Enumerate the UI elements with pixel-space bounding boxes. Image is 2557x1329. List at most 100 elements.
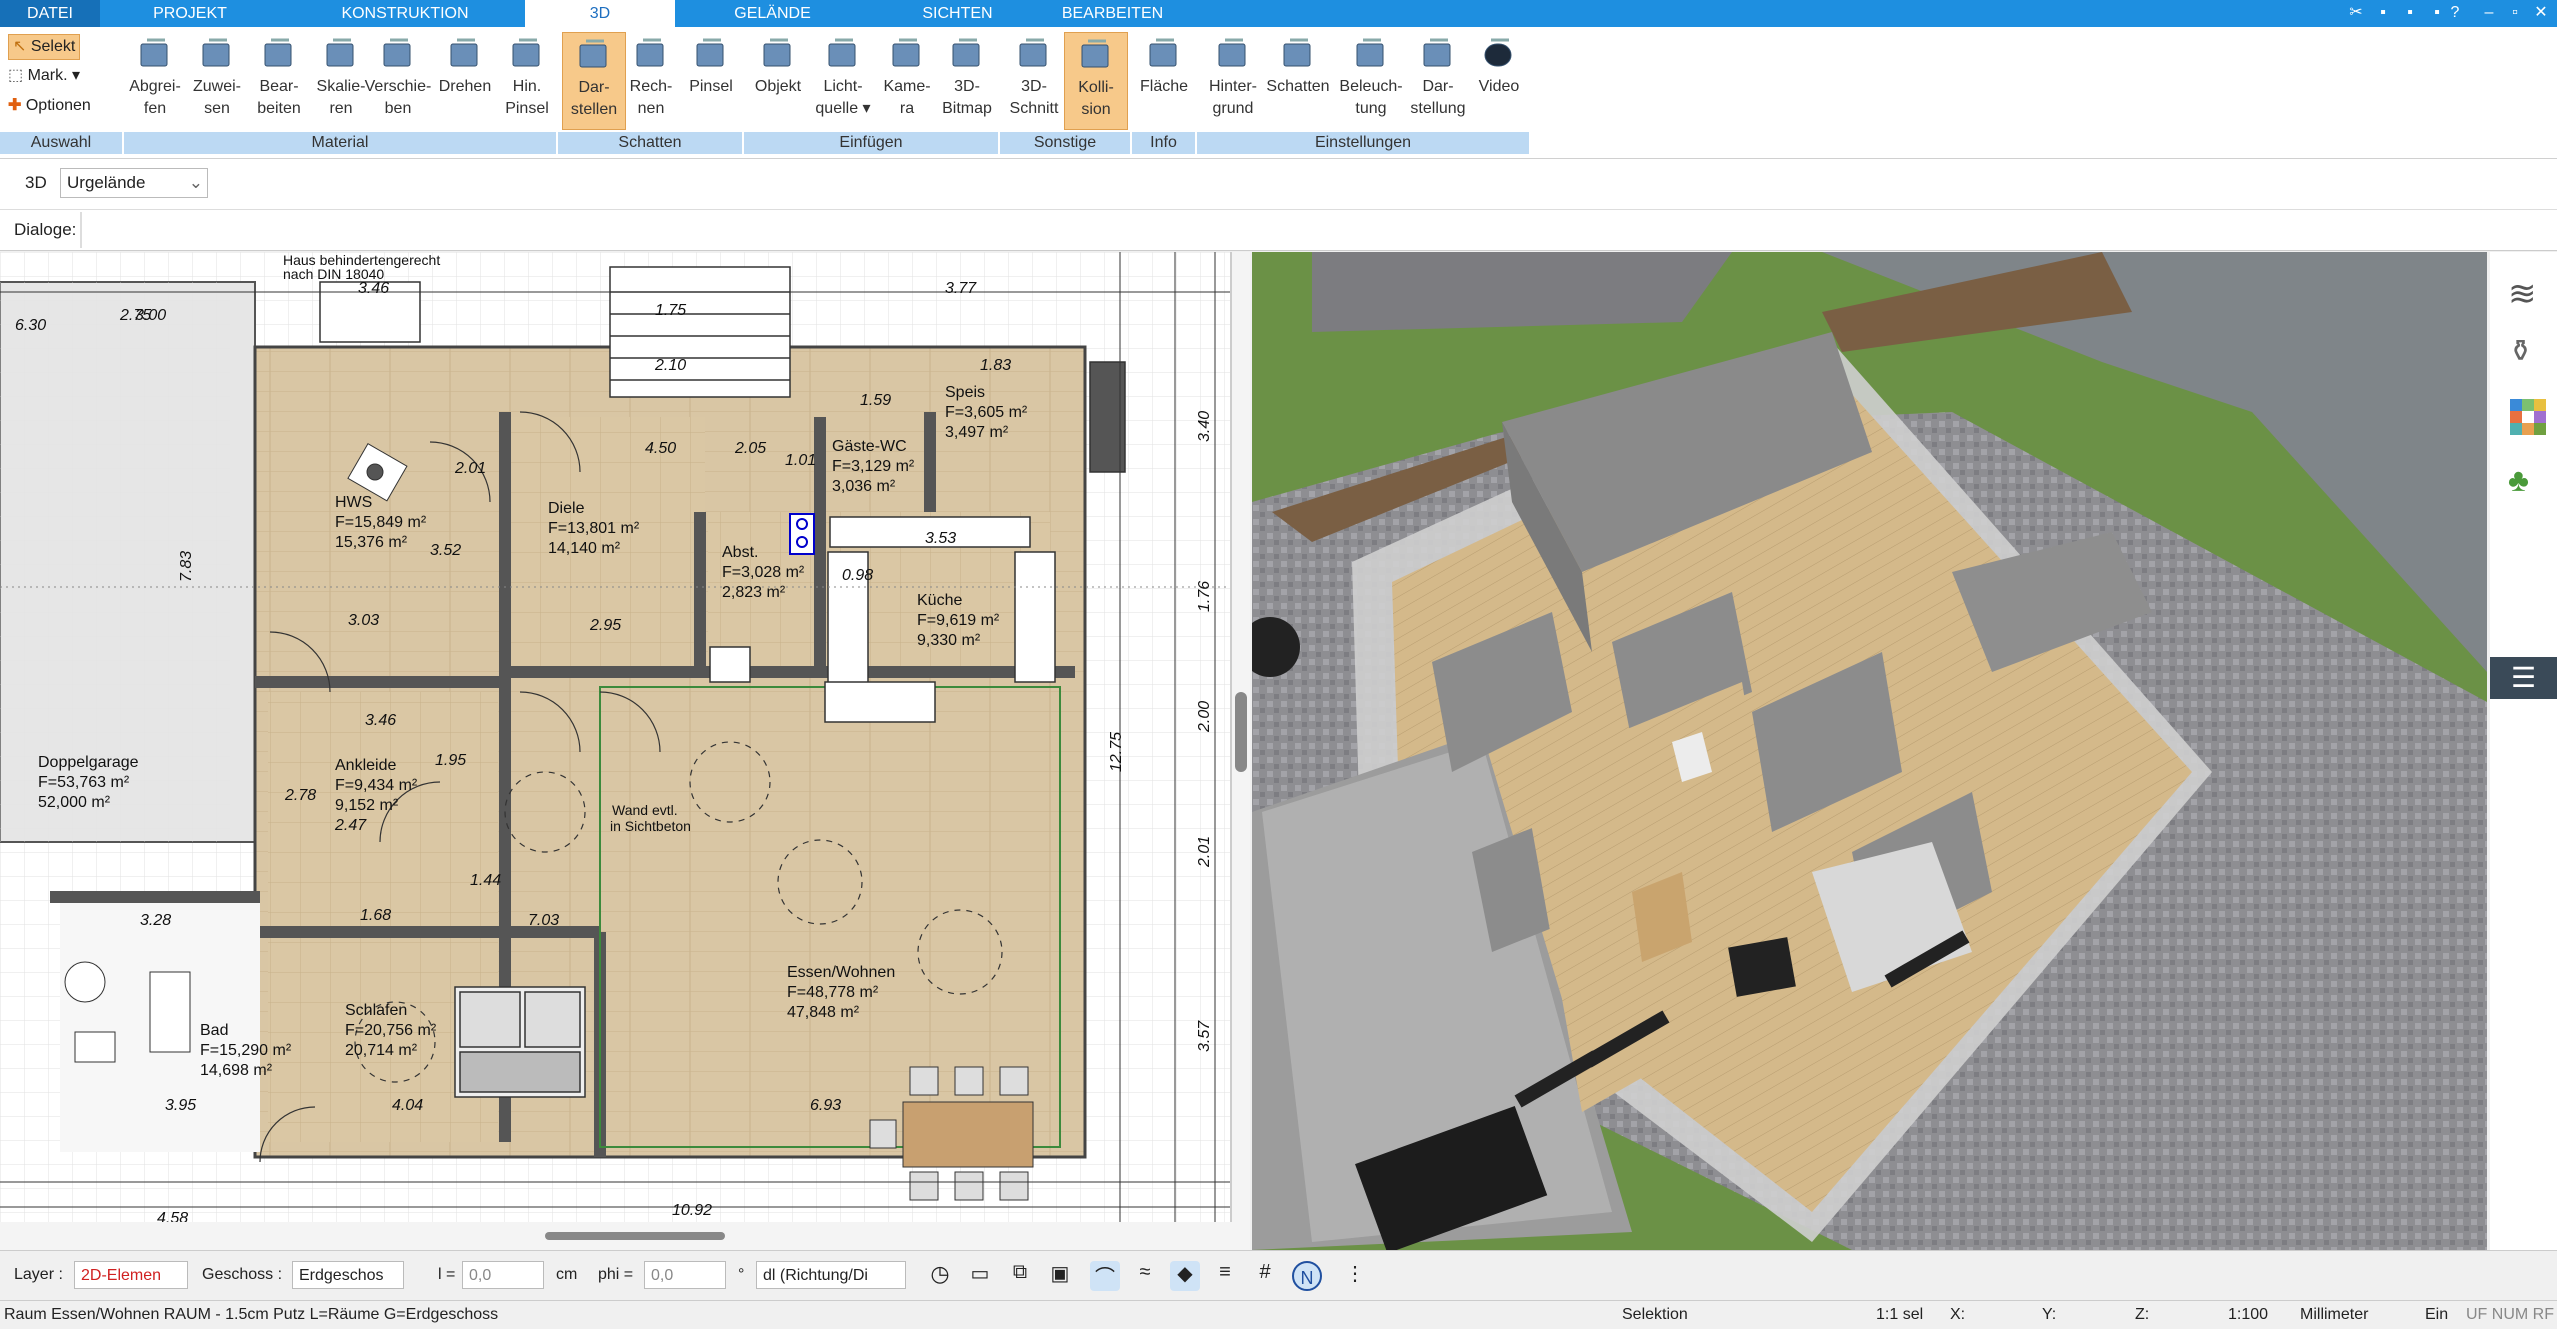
chair-icon[interactable]: ⚱: [2508, 334, 2548, 374]
ribbon-button-12[interactable]: Kame-ra: [876, 32, 938, 120]
dialoge-label: Dialoge:: [14, 220, 77, 239]
ribbon-button-4[interactable]: Verschie-ben: [358, 32, 438, 120]
ribbon-button-label: Objekt: [754, 78, 802, 95]
direction-select[interactable]: dl (Richtung/Di: [756, 1261, 906, 1289]
status-text: Raum Essen/Wohnen RAUM - 1.5cm Putz L=Rä…: [4, 1306, 499, 1323]
more-icon[interactable]: ⋮: [1340, 1261, 1370, 1291]
ribbon-button-label: Pinsel: [689, 78, 733, 95]
tab-bearbeiten[interactable]: BEARBEITEN: [1045, 0, 1180, 27]
monitor-icon[interactable]: ▭: [965, 1261, 995, 1291]
chevron-down-icon: ⌄: [188, 173, 203, 192]
layers-icon[interactable]: ≋: [2508, 274, 2548, 314]
dimension-label: 4.50: [645, 440, 677, 457]
save-icon[interactable]: ▪: [2370, 2, 2396, 24]
ribbon-button-18[interactable]: Schatten: [1262, 32, 1334, 98]
ribbon-button-1[interactable]: Zuwei-sen: [186, 32, 248, 120]
ribbon-button-label: Beleuch-: [1339, 78, 1403, 95]
room-a: F=20,756 m²: [345, 1022, 437, 1039]
ribbon-button-14[interactable]: 3D- Schnitt: [1002, 32, 1066, 120]
wave-icon[interactable]: ≈: [1130, 1261, 1160, 1291]
snap-icon[interactable]: ⌒: [1090, 1261, 1120, 1291]
lines-icon[interactable]: ≡: [1210, 1261, 1240, 1291]
ribbon-button-label-2: stellung: [1410, 100, 1466, 117]
cut-icon: [1014, 32, 1054, 72]
room-a: F=3,028 m²: [722, 564, 805, 581]
close-icon[interactable]: ✕: [2528, 2, 2554, 24]
tools-icon[interactable]: ✂: [2343, 2, 2369, 24]
plan-horizontal-scrollbar[interactable]: [0, 1222, 1250, 1250]
tab-sichten[interactable]: SICHTEN: [885, 0, 1030, 27]
menu-icon[interactable]: ☰: [2490, 657, 2557, 699]
ribbon-button-label: Kame-: [883, 78, 931, 95]
ribbon-button-15[interactable]: Kolli-sion: [1064, 32, 1128, 130]
phi-input[interactable]: 0,0: [644, 1261, 726, 1289]
terrain-select[interactable]: Urgelände ⌄: [60, 168, 208, 198]
plane-icon[interactable]: ◆: [1170, 1261, 1200, 1291]
ribbon-button-0[interactable]: Abgrei-fen: [124, 32, 186, 120]
ribbon-button-label: Verschie-: [364, 78, 432, 95]
ribbon-button-17[interactable]: Hinter-grund: [1200, 32, 1266, 120]
ribbon-button-11[interactable]: Licht-quelle ▾: [810, 32, 876, 120]
dimension-label: 1.01: [785, 452, 817, 469]
ribbon-button-19[interactable]: Beleuch-tung: [1336, 32, 1406, 120]
ribbon-button-5[interactable]: Drehen: [434, 32, 496, 98]
mark-button[interactable]: ⬚ Mark. ▾: [8, 64, 80, 88]
status-bar: Raum Essen/Wohnen RAUM - 1.5cm Putz L=Rä…: [0, 1300, 2557, 1329]
clock-icon[interactable]: ◷: [925, 1261, 955, 1291]
room-a: F=3,129 m²: [832, 458, 915, 475]
help-icon[interactable]: ?: [2442, 2, 2468, 24]
ribbon-button-7[interactable]: Dar-stellen: [562, 32, 626, 130]
room-b: 20,714 m²: [345, 1042, 418, 1059]
select-button[interactable]: ↖ Selekt: [8, 34, 81, 60]
grid-icon[interactable]: #: [1250, 1261, 1280, 1291]
dimension-label: 3.46: [365, 712, 397, 729]
cube-icon: [574, 33, 614, 73]
dimension-label: 2.00: [1196, 700, 1213, 732]
tab-gelaende[interactable]: GELÄNDE: [700, 0, 845, 27]
dimension-label: 3.53: [925, 530, 957, 547]
plan-vertical-scrollbar[interactable]: [1232, 252, 1250, 1222]
3d-view[interactable]: [1252, 252, 2487, 1250]
undo-icon[interactable]: ▪: [2397, 2, 2423, 24]
geschoss-select[interactable]: Erdgeschos: [292, 1261, 404, 1289]
ribbon-button-21[interactable]: Video: [1470, 32, 1528, 98]
minimize-icon[interactable]: –: [2476, 2, 2502, 24]
tab-projekt[interactable]: PROJEKT: [120, 0, 260, 27]
ribbon-button-10[interactable]: Objekt: [746, 32, 810, 98]
objects-icon[interactable]: ▣: [1045, 1261, 1075, 1291]
ribbon-button-16[interactable]: Fläche: [1134, 32, 1194, 98]
video-icon: [1479, 32, 1519, 72]
dimension-label: 12.75: [1108, 731, 1125, 772]
ribbon-button-label: Zuwei-: [192, 78, 241, 95]
group-icon[interactable]: ⧉: [1005, 1261, 1035, 1291]
room-name: Ankleide: [335, 757, 397, 774]
floor-plan-view[interactable]: HWS F=15,849 m² 15,376 m² Diele F=13,801 m² 1…: [0, 252, 1232, 1222]
options-button[interactable]: ✚ Optionen: [8, 94, 91, 118]
floor-plan-drawing[interactable]: [0, 252, 1230, 1222]
ribbon-button-2[interactable]: Bear-beiten: [248, 32, 310, 120]
dimension-label: 2.01: [1196, 835, 1213, 867]
ribbon-button-13[interactable]: 3D- Bitmap: [936, 32, 998, 120]
ribbon-button-8[interactable]: Rech-nen: [620, 32, 682, 120]
north-icon[interactable]: N: [1292, 1261, 1322, 1291]
ribbon-button-6[interactable]: Hin. Pinsel: [496, 32, 558, 120]
phi-input-value: 0,0: [651, 1267, 674, 1284]
material-icon[interactable]: [2508, 397, 2548, 437]
tree-icon[interactable]: ♣: [2508, 462, 2548, 502]
dimension-label: 1.68: [360, 907, 392, 924]
light-icon: [1351, 32, 1391, 72]
length-input[interactable]: 0,0: [462, 1261, 544, 1289]
tab-konstruktion[interactable]: KONSTRUKTION: [300, 0, 510, 27]
3d-render[interactable]: [1252, 252, 2487, 1250]
scrollbar-thumb[interactable]: [545, 1232, 725, 1240]
tab-datei[interactable]: DATEI: [0, 0, 100, 27]
tab-3d[interactable]: 3D: [525, 0, 675, 28]
scrollbar-thumb[interactable]: [1235, 692, 1247, 772]
ribbon-button-label: Kolli-: [1078, 79, 1114, 96]
layer-select[interactable]: 2D-Elemen: [74, 1261, 188, 1289]
dimension-label: 7.03: [528, 912, 560, 929]
ribbon-button-9[interactable]: Pinsel: [680, 32, 742, 98]
restore-icon[interactable]: ▫: [2502, 2, 2528, 24]
dimension-label: 1.75: [655, 302, 687, 319]
ribbon-button-20[interactable]: Dar-stellung: [1404, 32, 1472, 120]
